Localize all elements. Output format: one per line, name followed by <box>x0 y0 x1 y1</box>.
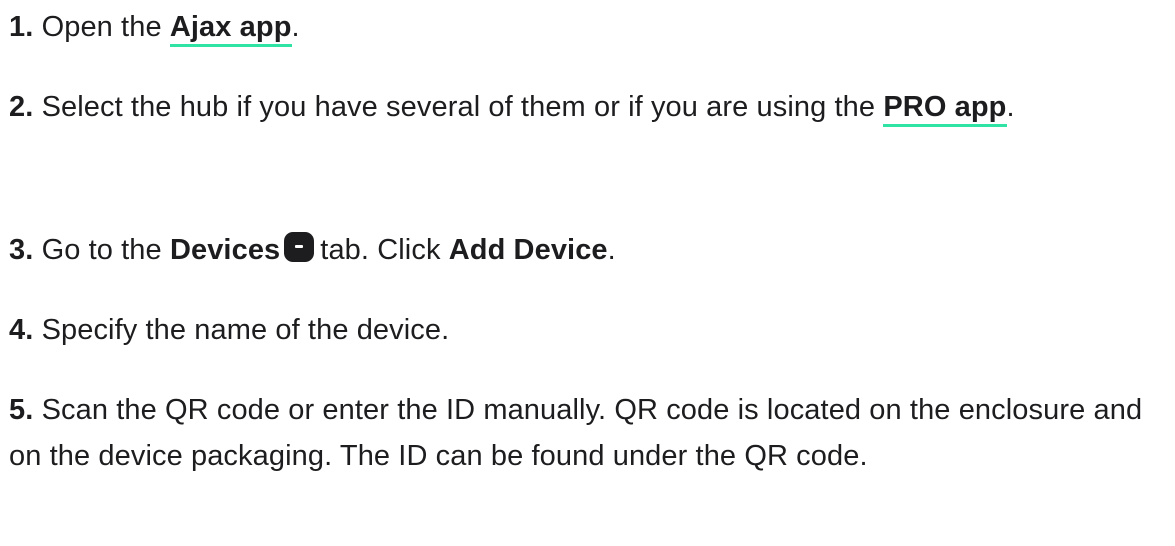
devices-label: Devices <box>169 234 281 266</box>
step-number: 3. <box>9 234 34 266</box>
pro-app-link[interactable]: PRO app <box>883 91 1007 127</box>
ajax-app-link[interactable]: Ajax app <box>169 11 292 47</box>
step-number: 1. <box>9 11 34 43</box>
step-text: Scan the QR code or enter the ID manuall… <box>9 394 1143 472</box>
add-device-label: Add Device <box>448 234 608 266</box>
step-text-end: . <box>607 234 616 266</box>
step-text: Select the hub if you have several of th… <box>41 91 876 123</box>
step-5: 5. Scan the QR code or enter the ID manu… <box>9 387 1167 479</box>
step-1: 1. Open the Ajax app. <box>9 4 1167 50</box>
step-text: Open the <box>41 11 162 43</box>
devices-icon <box>284 232 315 262</box>
step-text-end: . <box>291 11 300 43</box>
step-text: Specify the name of the device. <box>41 314 450 346</box>
step-number: 2. <box>9 91 34 123</box>
step-number: 5. <box>9 394 34 426</box>
step-3: 3. Go to the Devices tab. Click Add Devic… <box>9 227 1167 273</box>
step-4: 4. Specify the name of the device. <box>9 307 1167 353</box>
instruction-steps: 1. Open the Ajax app. 2. Select the hub … <box>0 0 1175 546</box>
step-text: Go to the <box>41 234 162 266</box>
step-text-middle: tab. Click <box>320 234 441 266</box>
step-number: 4. <box>9 314 34 346</box>
step-2: 2. Select the hub if you have several of… <box>9 84 1167 130</box>
step-text-end: . <box>1006 91 1015 123</box>
